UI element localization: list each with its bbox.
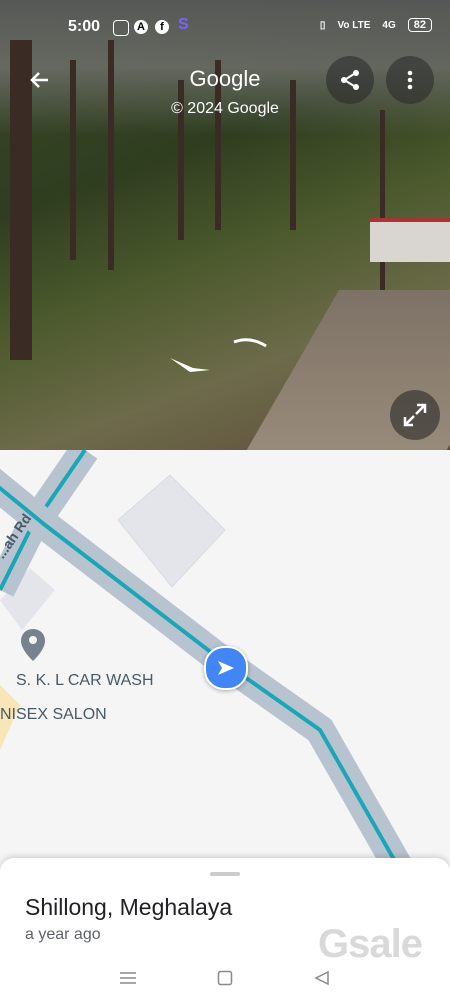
expand-button[interactable]	[390, 390, 440, 440]
menu-icon[interactable]	[118, 968, 138, 988]
back-triangle-icon[interactable]	[312, 968, 332, 988]
expand-icon	[403, 403, 427, 427]
status-time: 5:00	[68, 18, 101, 35]
share-icon	[341, 70, 359, 90]
capture-date: a year ago	[25, 926, 101, 943]
place-title: Shillong, Meghalaya	[25, 894, 233, 920]
building	[370, 218, 450, 262]
map-view[interactable]: ...ah Rd S. K. L CAR WASH NISEX SALON	[0, 450, 450, 870]
system-nav-bar	[0, 955, 450, 1000]
network-label: 4G	[382, 19, 396, 31]
poi-salon[interactable]: NISEX SALON	[0, 706, 107, 724]
navigation-arrow-icon	[218, 661, 234, 675]
share-button[interactable]	[326, 56, 374, 104]
facebook-icon: f	[155, 20, 169, 34]
battery-level: 82	[407, 18, 432, 32]
map-pin-icon[interactable]	[20, 628, 46, 662]
direction-arrow-icon[interactable]	[165, 350, 215, 380]
vibrate-icon: ▯	[319, 19, 326, 31]
street-view-title: Google	[189, 66, 261, 91]
volte-label: Vo LTE	[337, 19, 371, 31]
sheet-handle[interactable]	[210, 872, 240, 876]
home-square-icon[interactable]	[215, 968, 235, 988]
more-vert-icon	[407, 70, 413, 90]
more-options-button[interactable]	[386, 56, 434, 104]
instagram-icon	[113, 20, 129, 36]
copyright-text: © 2024 Google	[171, 100, 279, 117]
status-right: ▯ Vo LTE 4G 82	[320, 18, 432, 32]
current-location-marker[interactable]	[204, 646, 248, 690]
tree-trunk	[380, 110, 385, 300]
s-app-icon: S	[178, 16, 189, 33]
direction-arrow-icon[interactable]	[232, 336, 268, 350]
poi-car-wash[interactable]: S. K. L CAR WASH	[16, 672, 154, 690]
status-bar: 5:00 A f S ▯ Vo LTE 4G 82	[0, 0, 450, 50]
app-a-icon: A	[134, 20, 148, 34]
